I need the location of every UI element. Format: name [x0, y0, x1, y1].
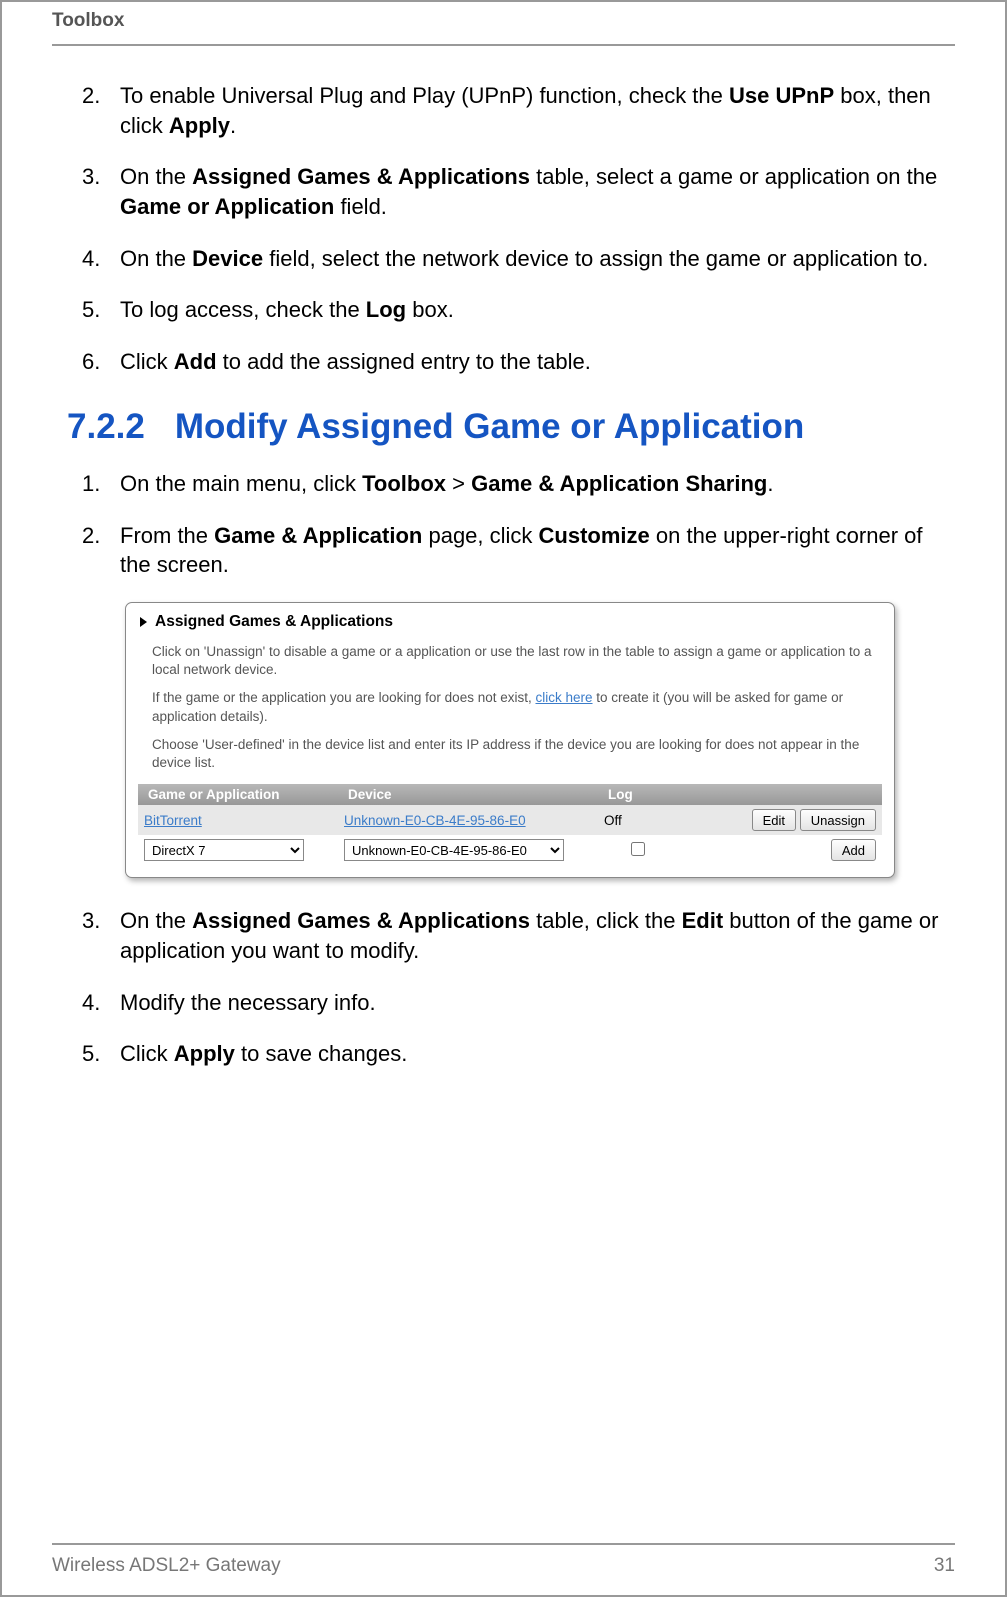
list-number: 5.: [82, 295, 120, 325]
figure-title: Assigned Games & Applications: [155, 613, 393, 631]
table-row: DirectX 7 Unknown-E0-CB-4E-95-86-E0: [138, 835, 882, 865]
list-number: 4.: [82, 244, 120, 274]
list-item: 6.Click Add to add the assigned entry to…: [82, 347, 940, 377]
log-status: Off: [598, 805, 678, 835]
page-footer: Wireless ADSL2+ Gateway 31: [52, 1543, 955, 1577]
list-text: On the Assigned Games & Applications tab…: [120, 906, 940, 965]
list-number: 2.: [82, 81, 120, 140]
list-text: Modify the necessary info.: [120, 988, 940, 1018]
device-link[interactable]: Unknown-E0-CB-4E-95-86-E0: [344, 813, 526, 828]
list-text: From the Game & Application page, click …: [120, 521, 940, 580]
list-text: Click Apply to save changes.: [120, 1039, 940, 1069]
figure-para-3: Choose 'User-defined' in the device list…: [138, 730, 882, 776]
section-number: 7.2.2: [67, 407, 145, 447]
screenshot-figure: Assigned Games & Applications Click on '…: [125, 602, 895, 878]
game-app-select[interactable]: DirectX 7: [144, 839, 304, 861]
list-text: On the main menu, click Toolbox > Game &…: [120, 469, 940, 499]
col-log: Log: [598, 784, 678, 805]
section-title: Modify Assigned Game or Application: [175, 407, 804, 447]
edit-button[interactable]: Edit: [752, 809, 796, 831]
list-number: 3.: [82, 162, 120, 221]
instruction-list-c: 3.On the Assigned Games & Applications t…: [67, 906, 940, 1069]
list-text: Click Add to add the assigned entry to t…: [120, 347, 940, 377]
list-text: On the Device field, select the network …: [120, 244, 940, 274]
figure-para-2: If the game or the application you are l…: [138, 683, 882, 729]
list-item: 3.On the Assigned Games & Applications t…: [82, 162, 940, 221]
log-checkbox[interactable]: [631, 842, 645, 856]
list-item: 4.Modify the necessary info.: [82, 988, 940, 1018]
col-device: Device: [338, 784, 598, 805]
list-number: 1.: [82, 469, 120, 499]
instruction-list-b: 1.On the main menu, click Toolbox > Game…: [67, 469, 940, 580]
page-header: Toolbox: [52, 2, 955, 46]
app-bittorrent-link[interactable]: BitTorrent: [144, 813, 202, 828]
list-item: 2.To enable Universal Plug and Play (UPn…: [82, 81, 940, 140]
list-number: 5.: [82, 1039, 120, 1069]
list-item: 1.On the main menu, click Toolbox > Game…: [82, 469, 940, 499]
figure-header: Assigned Games & Applications: [138, 609, 882, 637]
add-button[interactable]: Add: [831, 839, 876, 861]
list-item: 4.On the Device field, select the networ…: [82, 244, 940, 274]
click-here-link[interactable]: click here: [535, 690, 592, 705]
header-title: Toolbox: [52, 10, 955, 32]
unassign-button[interactable]: Unassign: [800, 809, 876, 831]
list-item: 3.On the Assigned Games & Applications t…: [82, 906, 940, 965]
caret-icon: [140, 617, 147, 627]
list-number: 4.: [82, 988, 120, 1018]
list-text: To enable Universal Plug and Play (UPnP)…: [120, 81, 940, 140]
instruction-list-a: 2.To enable Universal Plug and Play (UPn…: [67, 81, 940, 377]
list-item: 2.From the Game & Application page, clic…: [82, 521, 940, 580]
footer-left: Wireless ADSL2+ Gateway: [52, 1555, 281, 1577]
list-text: To log access, check the Log box.: [120, 295, 940, 325]
section-heading: 7.2.2 Modify Assigned Game or Applicatio…: [67, 407, 940, 447]
list-text: On the Assigned Games & Applications tab…: [120, 162, 940, 221]
footer-page-number: 31: [934, 1555, 955, 1577]
list-item: 5.Click Apply to save changes.: [82, 1039, 940, 1069]
table-row: BitTorrent Unknown-E0-CB-4E-95-86-E0 Off…: [138, 805, 882, 835]
list-number: 3.: [82, 906, 120, 965]
assigned-apps-table: Game or Application Device Log BitTorren…: [138, 784, 882, 865]
list-number: 2.: [82, 521, 120, 580]
device-select[interactable]: Unknown-E0-CB-4E-95-86-E0: [344, 839, 564, 861]
list-item: 5.To log access, check the Log box.: [82, 295, 940, 325]
col-game-app: Game or Application: [138, 784, 338, 805]
figure-para-1: Click on 'Unassign' to disable a game or…: [138, 637, 882, 683]
list-number: 6.: [82, 347, 120, 377]
